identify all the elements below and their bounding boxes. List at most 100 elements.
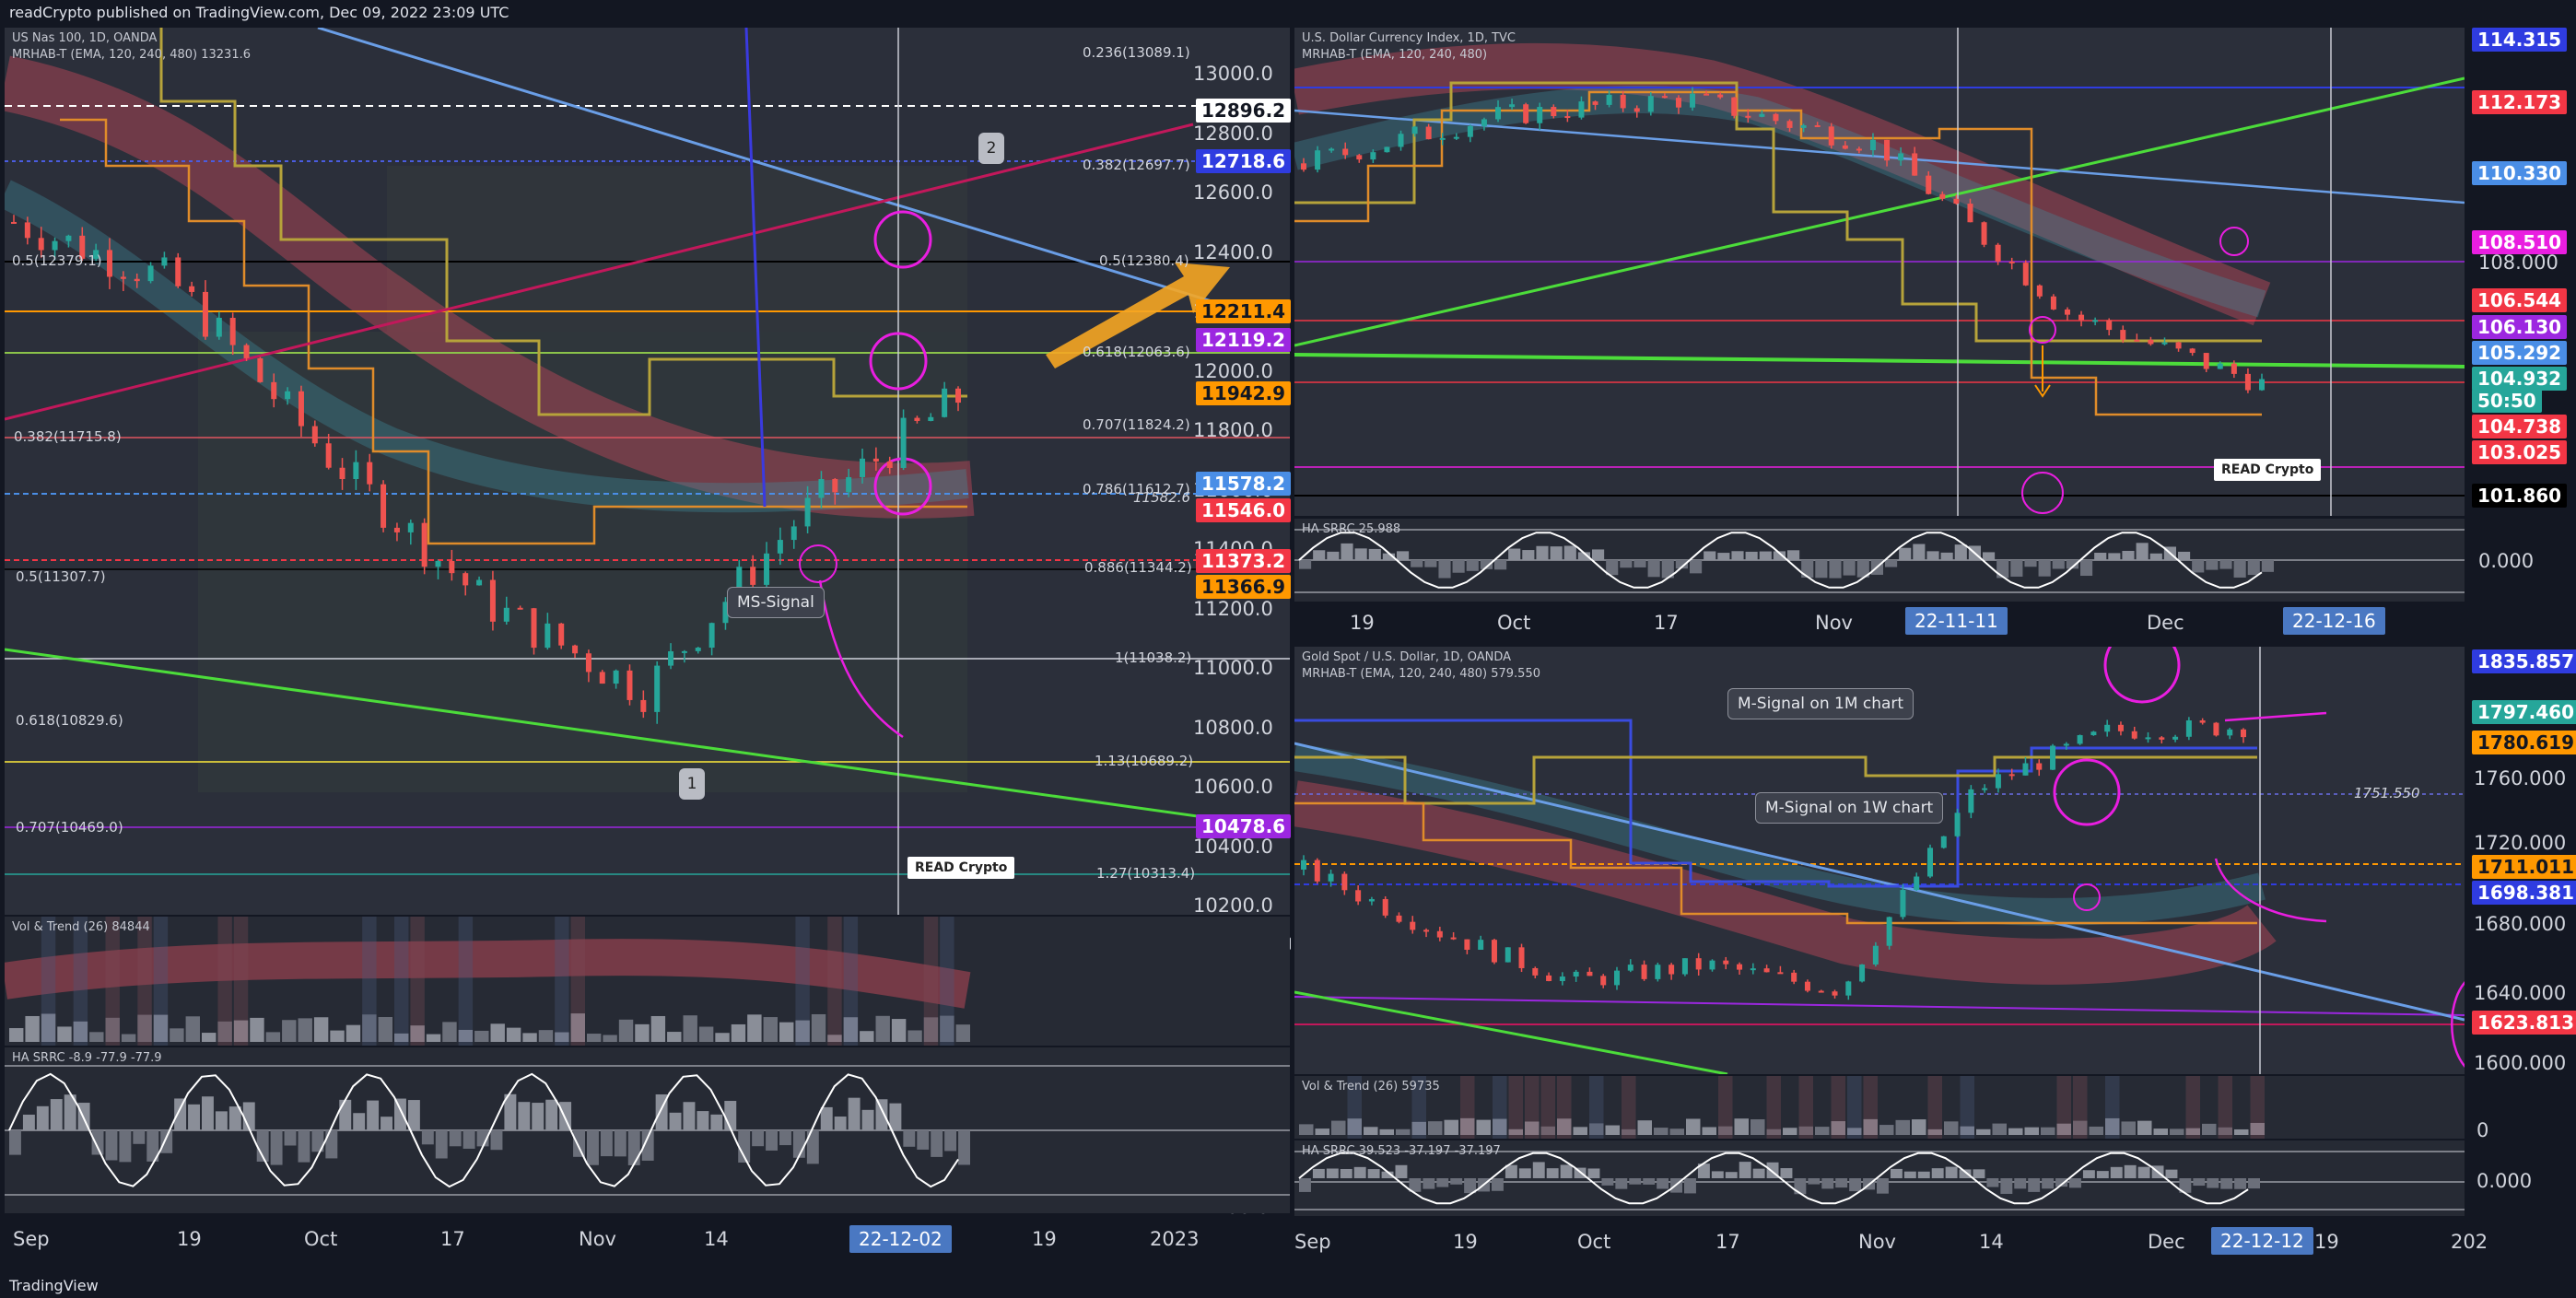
gold-volume-bar <box>1396 1128 1411 1135</box>
nasdaq-price-tick: 12800.0 <box>1193 122 1273 145</box>
gold-volume-bar <box>2170 1128 2184 1135</box>
dxy-oscillator-bar <box>1620 560 1633 568</box>
vertical-divider[interactable] <box>1291 26 1294 1273</box>
dxy-candle-body <box>1953 198 1960 205</box>
gold-candle-body <box>1314 859 1320 882</box>
nasdaq-oscillator-bar <box>600 1130 613 1157</box>
nasdaq-oscillator-pane[interactable]: HA SRRC -8.9 -77.9 -77.9 <box>5 1047 1290 1213</box>
dxy-candle-body <box>2175 342 2182 349</box>
nasdaq-volume-bar <box>185 1016 200 1042</box>
nasdaq-oscillator-bar <box>36 1105 49 1130</box>
dxy-oscillator-bar <box>2219 560 2232 569</box>
nasdaq-price-tick: 12600.0 <box>1193 181 1273 204</box>
dxy-oscillator-bar <box>1508 548 1521 560</box>
nasdaq-volume-pane[interactable]: Vol & Trend (26) 84844 <box>5 917 1290 1046</box>
marker-1[interactable]: 1 <box>679 768 705 800</box>
gold-oscillator-bar <box>1546 1168 1559 1178</box>
gold-price-tick: 1640.000 <box>2474 982 2567 1004</box>
nasdaq-oscillator-bar <box>587 1130 599 1165</box>
nasdaq-volume-bar <box>121 1034 136 1042</box>
gold-oscillator-bar <box>1752 1168 1765 1178</box>
nasdaq-time-tick: 19 <box>1032 1228 1057 1250</box>
nasdaq-volume-bar <box>330 1030 345 1042</box>
nasdaq-legend-symbol: US Nas 100, 1D, OANDA <box>12 31 158 45</box>
nasdaq-oscillator-bar <box>861 1109 874 1130</box>
nasdaq-oscillator-bar <box>133 1130 146 1144</box>
nasdaq-time-tick: Nov <box>579 1228 616 1250</box>
horizontal-divider[interactable] <box>1294 642 2576 646</box>
nasdaq-volume-bar <box>618 1019 634 1042</box>
dxy-oscillator-bar <box>2094 553 2107 560</box>
gold-candle-body <box>1301 859 1306 870</box>
nasdaq-candle-body <box>311 426 318 444</box>
gold-main-pane[interactable]: Gold Spot / U.S. Dollar, 1D, OANDA MRHAB… <box>1294 647 2465 1074</box>
nasdaq-candle-body <box>243 345 250 358</box>
ms-signal-callout[interactable]: MS-Signal <box>727 587 825 618</box>
dxy-oscillator-bar <box>2038 560 2051 577</box>
gold-volume-bar <box>2008 1128 2023 1135</box>
gold-volume-pane[interactable]: Vol & Trend (26) 59735 <box>1294 1076 2465 1139</box>
dxy-price-tag: 103.025 <box>2472 440 2568 464</box>
gold-oscillator-bar <box>2193 1178 2206 1187</box>
m-signal-1w-callout[interactable]: M-Signal on 1W chart <box>1755 792 1944 824</box>
gold-volume-bar-zone <box>1960 1076 1974 1139</box>
gold-volume-bar <box>1686 1118 1701 1135</box>
gold-volume-bar <box>1364 1127 1378 1135</box>
fib-05-lower-label: 0.5(11307.7) <box>16 568 106 585</box>
nasdaq-candle-body <box>175 257 181 286</box>
gold-candle-body <box>1737 964 1743 970</box>
dxy-price-tag: 112.173 <box>2472 90 2568 114</box>
nasdaq-volume-bar <box>875 1015 890 1042</box>
nasdaq-time-tick: Oct <box>304 1228 338 1250</box>
nasdaq-candle-body <box>325 443 332 468</box>
gold-volume-bar <box>1912 1119 1926 1135</box>
nasdaq-volume-bar <box>506 1027 521 1042</box>
dxy-oscillator-pane[interactable]: HA SRRC 25.988 <box>1294 519 2465 602</box>
marker-2[interactable]: 2 <box>978 133 1004 164</box>
gold-oscillator-bar <box>1917 1171 1930 1178</box>
gold-candle-body <box>1709 960 1715 970</box>
nasdaq-price-tag: 12896.2 <box>1196 99 1292 123</box>
nasdaq-candle-body <box>750 567 756 585</box>
dxy-time-tick: 19 <box>1350 612 1375 634</box>
nasdaq-candle-body <box>846 476 852 493</box>
dxy-candle-body <box>2050 296 2056 310</box>
nasdaq-main-pane[interactable]: US Nas 100, 1D, OANDA MRHAB-T (EMA, 120,… <box>5 28 1290 915</box>
nasdaq-volume-bar <box>490 1023 505 1042</box>
nasdaq-candle-body <box>531 608 537 649</box>
gold-candle-body <box>2159 737 2165 740</box>
gold-candle-body <box>2131 731 2137 739</box>
dxy-candle-body <box>1551 107 1557 117</box>
m-signal-1m-callout[interactable]: M-Signal on 1M chart <box>1727 688 1914 719</box>
gold-oscillator-bar <box>2207 1178 2219 1188</box>
fib-05-left-label: 0.5(12379.1) <box>12 252 102 269</box>
dxy-main-pane[interactable]: U.S. Dollar Currency Index, 1D, TVC MRHA… <box>1294 28 2465 516</box>
dxy-candle-body <box>2244 373 2251 391</box>
nasdaq-time-tick: 19 <box>177 1228 202 1250</box>
gold-oscillator-bar <box>1629 1178 1642 1185</box>
nasdaq-oscillator-bar <box>779 1130 791 1146</box>
gold-volume-bar <box>1379 1128 1394 1135</box>
gold-candle-body <box>1968 789 1974 813</box>
nasdaq-oscillator-bar <box>875 1099 888 1130</box>
dxy-oscillator-bar <box>1829 560 1842 579</box>
nasdaq-price-tag: 11578.2 <box>1196 472 1292 496</box>
gold-cursor-date-tag: 22-12-12 <box>2211 1227 2313 1255</box>
gold-oscillator-pane[interactable]: HA SRRC 39.523 -37.197 -37.197 <box>1294 1140 2465 1216</box>
nasdaq-volume-chart <box>5 917 971 1046</box>
gold-volume-bar <box>2137 1120 2152 1135</box>
fib-05-upper-label: 0.5(12380.4) <box>1099 252 1189 269</box>
nasdaq-oscillator-bar <box>518 1102 531 1130</box>
nasdaq-volume-bar <box>170 1028 184 1042</box>
nasdaq-candle-body <box>407 522 414 532</box>
nasdaq-volume-bar <box>747 1014 762 1042</box>
nasdaq-price-tag: 11546.0 <box>1196 498 1292 522</box>
nasdaq-candle-body <box>353 462 359 480</box>
dxy-price-tag: 104.932 <box>2472 367 2568 391</box>
nasdaq-candle-body <box>298 391 304 427</box>
dxy-candle-body <box>2134 339 2140 342</box>
nasdaq-candle-body <box>914 417 920 421</box>
gold-time-tick: 202 <box>2451 1231 2488 1253</box>
dxy-price-tag: 108.510 <box>2472 230 2568 254</box>
dxy-candle-body <box>2092 320 2099 322</box>
